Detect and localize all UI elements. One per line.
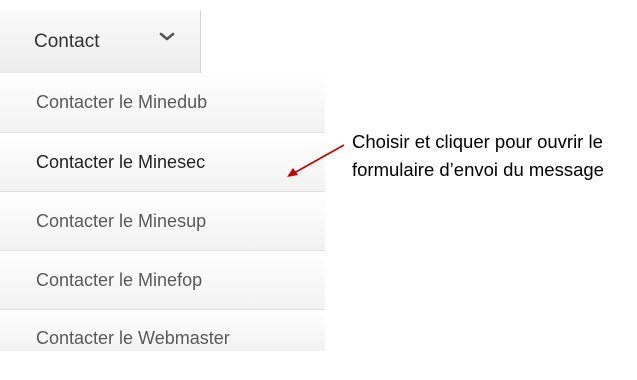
annotation-callout: Choisir et cliquer pour ouvrir le formul… — [352, 128, 604, 184]
menu-item-contact-minedub[interactable]: Contacter le Minedub — [0, 73, 325, 132]
menu-item-contact-minesup[interactable]: Contacter le Minesup — [0, 191, 325, 250]
menu-item-contact-minesec[interactable]: Contacter le Minesec — [0, 132, 325, 191]
annotation-line-1: Choisir et cliquer pour ouvrir le — [352, 131, 603, 152]
nav-tab-contact[interactable]: Contact — [0, 10, 201, 73]
nav-tab-label: Contact — [34, 30, 100, 52]
annotation-line-2: formulaire d’envoi du message — [352, 159, 604, 180]
chevron-down-icon — [159, 32, 175, 41]
contact-dropdown-menu: Contacter le Minedub Contacter le Minese… — [0, 73, 325, 351]
menu-item-contact-minefop[interactable]: Contacter le Minefop — [0, 250, 325, 309]
annotation-arrow-icon — [287, 144, 345, 177]
menu-item-contact-webmaster[interactable]: Contacter le Webmaster — [0, 309, 325, 351]
